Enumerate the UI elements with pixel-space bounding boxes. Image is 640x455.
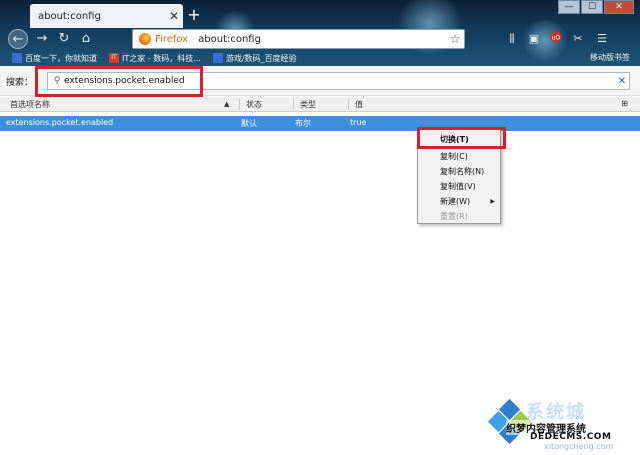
navigation-bar: ← → ↻ ⌂ Firefox about:config ☆ ⫼ ▣ uO ✂ …	[0, 28, 640, 50]
pref-type-cell: 布尔	[295, 119, 311, 128]
column-divider[interactable]	[239, 99, 240, 110]
library-icon[interactable]: ⫼	[504, 31, 520, 47]
url-bar[interactable]: Firefox about:config ☆	[132, 29, 465, 49]
maximize-button[interactable]: ☐	[581, 0, 603, 14]
column-picker-icon[interactable]: ⊞	[621, 99, 628, 108]
url-identity-label: Firefox	[155, 33, 189, 45]
screenshot-icon[interactable]: ✂	[570, 31, 586, 47]
ithome-icon: IT	[109, 53, 119, 63]
column-divider[interactable]	[348, 99, 349, 110]
pref-name-cell: extensions.pocket.enabled	[6, 118, 114, 127]
url-text[interactable]: about:config	[198, 34, 446, 45]
tab-title: about:config	[38, 10, 101, 22]
menu-item-copy-value[interactable]: 复制值(V)	[418, 180, 500, 194]
baidu-icon	[12, 53, 22, 63]
hamburger-menu-icon[interactable]: ☰	[594, 31, 610, 47]
new-tab-button[interactable]: +	[186, 5, 202, 25]
close-window-button[interactable]: ✕	[604, 0, 634, 14]
sort-ascending-icon: ▲	[224, 100, 230, 108]
forward-button[interactable]: →	[32, 29, 52, 49]
menu-item-new[interactable]: 新建(W) ▶	[418, 195, 500, 209]
search-label: 搜索：	[6, 78, 34, 88]
bookmark-ithome[interactable]: IT IT之家 - 数码，科技...	[109, 53, 201, 64]
about-config-page: 搜索： ⚲ extensions.pocket.enabled ✕ 首选项名称 …	[0, 66, 640, 455]
browser-chrome: about:config ✕ + — ☐ ✕ ← → ↻ ⌂ Firefox a…	[0, 0, 640, 66]
table-row[interactable]: extensions.pocket.enabled 默认 布尔 true	[0, 116, 640, 131]
bookmarks-toolbar: 百度一下，你就知道 IT IT之家 - 数码，科技... 游戏/数码_百度经验 …	[0, 50, 640, 66]
highlight-box-toggle	[417, 127, 506, 149]
menu-item-copy[interactable]: 复制(C)	[418, 150, 500, 164]
watermark-logo: 系统城 织梦内容管理系统 DEDECMS.COM xitongcheng.com	[486, 398, 632, 451]
ublock-icon[interactable]: uO	[548, 31, 564, 47]
tab-close-icon[interactable]: ✕	[165, 9, 183, 23]
pref-status-cell: 默认	[241, 119, 257, 128]
home-button[interactable]: ⌂	[76, 29, 96, 49]
back-button[interactable]: ←	[8, 29, 28, 49]
minimize-button[interactable]: —	[558, 0, 580, 14]
watermark-sub-text: xitongcheng.com	[544, 442, 614, 451]
menu-item-copy-name[interactable]: 复制名称(N)	[418, 165, 500, 179]
column-header-type[interactable]: 类型	[300, 99, 316, 110]
tab-about-config[interactable]: about:config ✕	[30, 4, 183, 28]
menu-item-reset: 重置(R)	[440, 212, 468, 221]
svg-text:uO: uO	[552, 35, 561, 42]
column-header-status[interactable]: 状态	[246, 99, 262, 110]
bookmark-label: 游戏/数码_百度经验	[225, 53, 297, 63]
column-header-name[interactable]: 首选项名称	[10, 99, 50, 110]
bookmark-label: 百度一下，你就知道	[25, 53, 97, 63]
submenu-arrow-icon: ▶	[490, 198, 495, 205]
reload-button[interactable]: ↻	[54, 29, 74, 49]
column-divider[interactable]	[293, 99, 294, 110]
bookmark-baidu[interactable]: 百度一下，你就知道	[12, 53, 97, 64]
clear-search-icon[interactable]: ✕	[615, 76, 629, 87]
bookmark-star-icon[interactable]: ☆	[446, 32, 464, 46]
mobile-bookmarks-folder[interactable]: 移动版书签	[590, 52, 630, 63]
firefox-icon	[139, 33, 151, 45]
window-controls: — ☐ ✕	[557, 0, 634, 14]
highlight-box-search	[35, 66, 203, 97]
bookmark-label: IT之家 - 数码，科技...	[122, 53, 201, 63]
menu-item-new-label: 新建(W)	[440, 197, 471, 206]
watermark-en-text: DEDECMS.COM	[530, 432, 612, 442]
baidu-jingyan-icon	[212, 53, 223, 63]
pref-value-cell: true	[350, 118, 367, 127]
bookmark-baidu-jingyan[interactable]: 游戏/数码_百度经验	[212, 53, 297, 64]
table-header: 首选项名称 ▲ 状态 类型 值 ⊞	[0, 97, 640, 112]
sidebar-icon[interactable]: ▣	[526, 31, 542, 47]
column-header-value[interactable]: 值	[355, 99, 363, 110]
